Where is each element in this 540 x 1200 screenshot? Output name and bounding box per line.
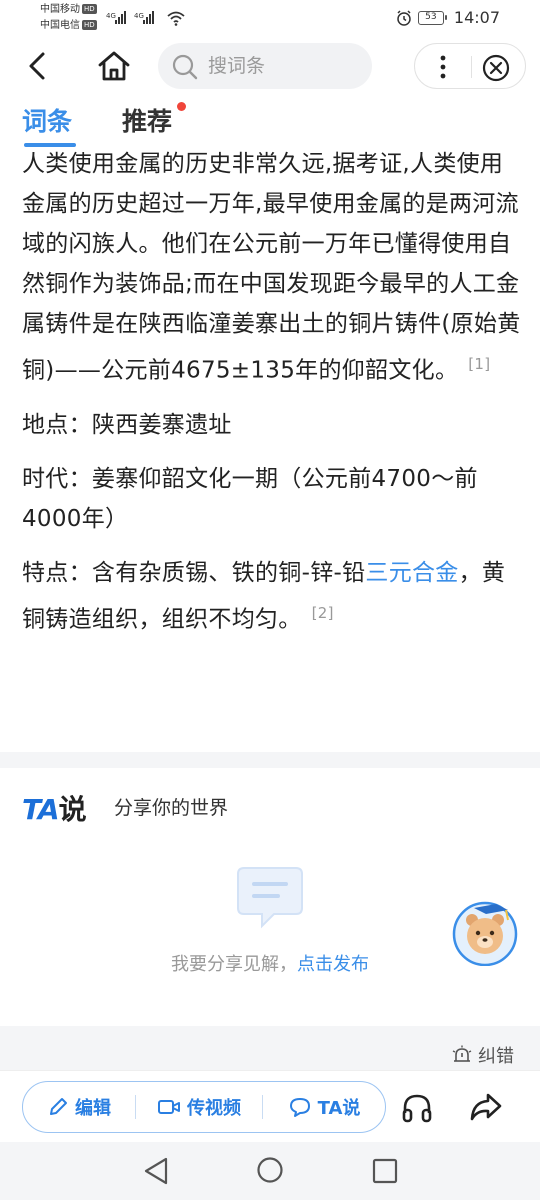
capsule-menu xyxy=(414,43,526,89)
back-button[interactable] xyxy=(22,50,54,82)
status-right: 53 14:07 xyxy=(396,8,500,27)
bottom-action-bar: 编辑 传视频 TA说 xyxy=(0,1070,540,1142)
paragraph-features: 特点：含有杂质锡、铁的铜-锌-铅三元合金，黄铜铸造组织，组织不均匀。 [2] xyxy=(22,553,522,640)
home-button[interactable] xyxy=(96,49,132,83)
article-body: 人类使用金属的历史非常久远,据考证,人类使用金属的历史超过一万年,最早使用金属的… xyxy=(22,144,522,639)
system-back-icon[interactable] xyxy=(142,1156,170,1186)
report-label: 纠错 xyxy=(478,1046,514,1067)
headphones-icon[interactable] xyxy=(400,1091,434,1125)
carrier-2: 中国电信 HD xyxy=(40,20,97,32)
carrier-1-label: 中国移动 xyxy=(40,4,80,15)
close-icon[interactable] xyxy=(481,53,511,83)
upload-video-label: 传视频 xyxy=(187,1098,241,1119)
battery-indicator: 53 xyxy=(417,10,447,25)
ta-logo-ta: TA xyxy=(22,793,60,826)
ta-section: TA说 分享你的世界 我要分享见解，点击发布 xyxy=(0,768,540,1026)
system-nav-bar xyxy=(0,1142,540,1200)
comment-icon xyxy=(237,867,303,929)
citation-1[interactable]: [1] xyxy=(468,355,490,373)
svg-text:4G: 4G xyxy=(106,12,116,20)
section-gap xyxy=(0,752,540,768)
edit-label: 编辑 xyxy=(75,1098,111,1119)
mascot-bear-icon[interactable] xyxy=(450,896,520,966)
ta-say-button[interactable]: TA说 xyxy=(263,1081,385,1133)
hd-badge: HD xyxy=(82,20,97,30)
ta-logo: TA说 xyxy=(22,788,87,828)
paragraph-history-text: 人类使用金属的历史非常久远,据考证,人类使用金属的历史超过一万年,最早使用金属的… xyxy=(22,151,521,384)
ta-say-label: TA说 xyxy=(317,1098,361,1119)
capsule-divider xyxy=(471,56,472,78)
carrier-2-label: 中国电信 xyxy=(40,20,80,31)
ternary-alloy-link[interactable]: 三元合金 xyxy=(365,560,458,586)
chat-bubble-icon xyxy=(289,1098,310,1117)
system-home-icon[interactable] xyxy=(256,1156,284,1184)
pencil-icon xyxy=(50,1098,67,1115)
more-icon[interactable] xyxy=(429,53,457,81)
search-icon xyxy=(172,54,198,80)
search-box[interactable] xyxy=(158,43,372,89)
tab-recommend[interactable]: 推荐 xyxy=(122,102,172,138)
alarm-icon xyxy=(397,9,411,26)
paragraph-era: 时代：姜寨仰韶文化一期（公元前4700～前4000年） xyxy=(22,465,478,532)
citation-2[interactable]: [2] xyxy=(312,604,334,622)
svg-text:4G: 4G xyxy=(134,12,144,20)
top-nav xyxy=(0,36,540,96)
carrier-1: 中国移动 HD xyxy=(40,4,97,16)
publish-link[interactable]: 点击发布 xyxy=(297,954,369,975)
report-icon xyxy=(452,1045,472,1062)
system-recents-icon[interactable] xyxy=(372,1158,398,1184)
empty-prompt-text: 我要分享见解， xyxy=(171,954,297,975)
clock: 14:07 xyxy=(453,8,500,27)
search-input[interactable] xyxy=(208,43,358,89)
status-bar: 中国移动 HD 中国电信 HD 4G 4G 53 14:07 xyxy=(0,0,540,36)
ta-slogan: 分享你的世界 xyxy=(114,797,229,819)
notification-dot xyxy=(177,102,186,111)
action-pill: 编辑 传视频 TA说 xyxy=(22,1081,386,1133)
paragraph-features-text-a: 特点：含有杂质锡、铁的铜-锌-铅 xyxy=(22,559,366,586)
paragraph-history: 人类使用金属的历史非常久远,据考证,人类使用金属的历史超过一万年,最早使用金属的… xyxy=(22,144,522,391)
wifi-icon xyxy=(167,11,185,26)
paragraph-location: 地点：陕西姜寨遗址 xyxy=(22,411,232,438)
ta-logo-shuo: 说 xyxy=(58,793,87,826)
signal-icon: 4G 4G xyxy=(106,11,154,24)
edit-button[interactable]: 编辑 xyxy=(23,1081,135,1133)
tab-entry[interactable]: 词条 xyxy=(22,102,72,138)
upload-video-button[interactable]: 传视频 xyxy=(136,1081,262,1133)
video-icon xyxy=(158,1100,180,1114)
report-error-button[interactable]: 纠错 xyxy=(452,1042,514,1068)
hd-badge: HD xyxy=(82,4,97,14)
share-icon[interactable] xyxy=(468,1089,504,1125)
